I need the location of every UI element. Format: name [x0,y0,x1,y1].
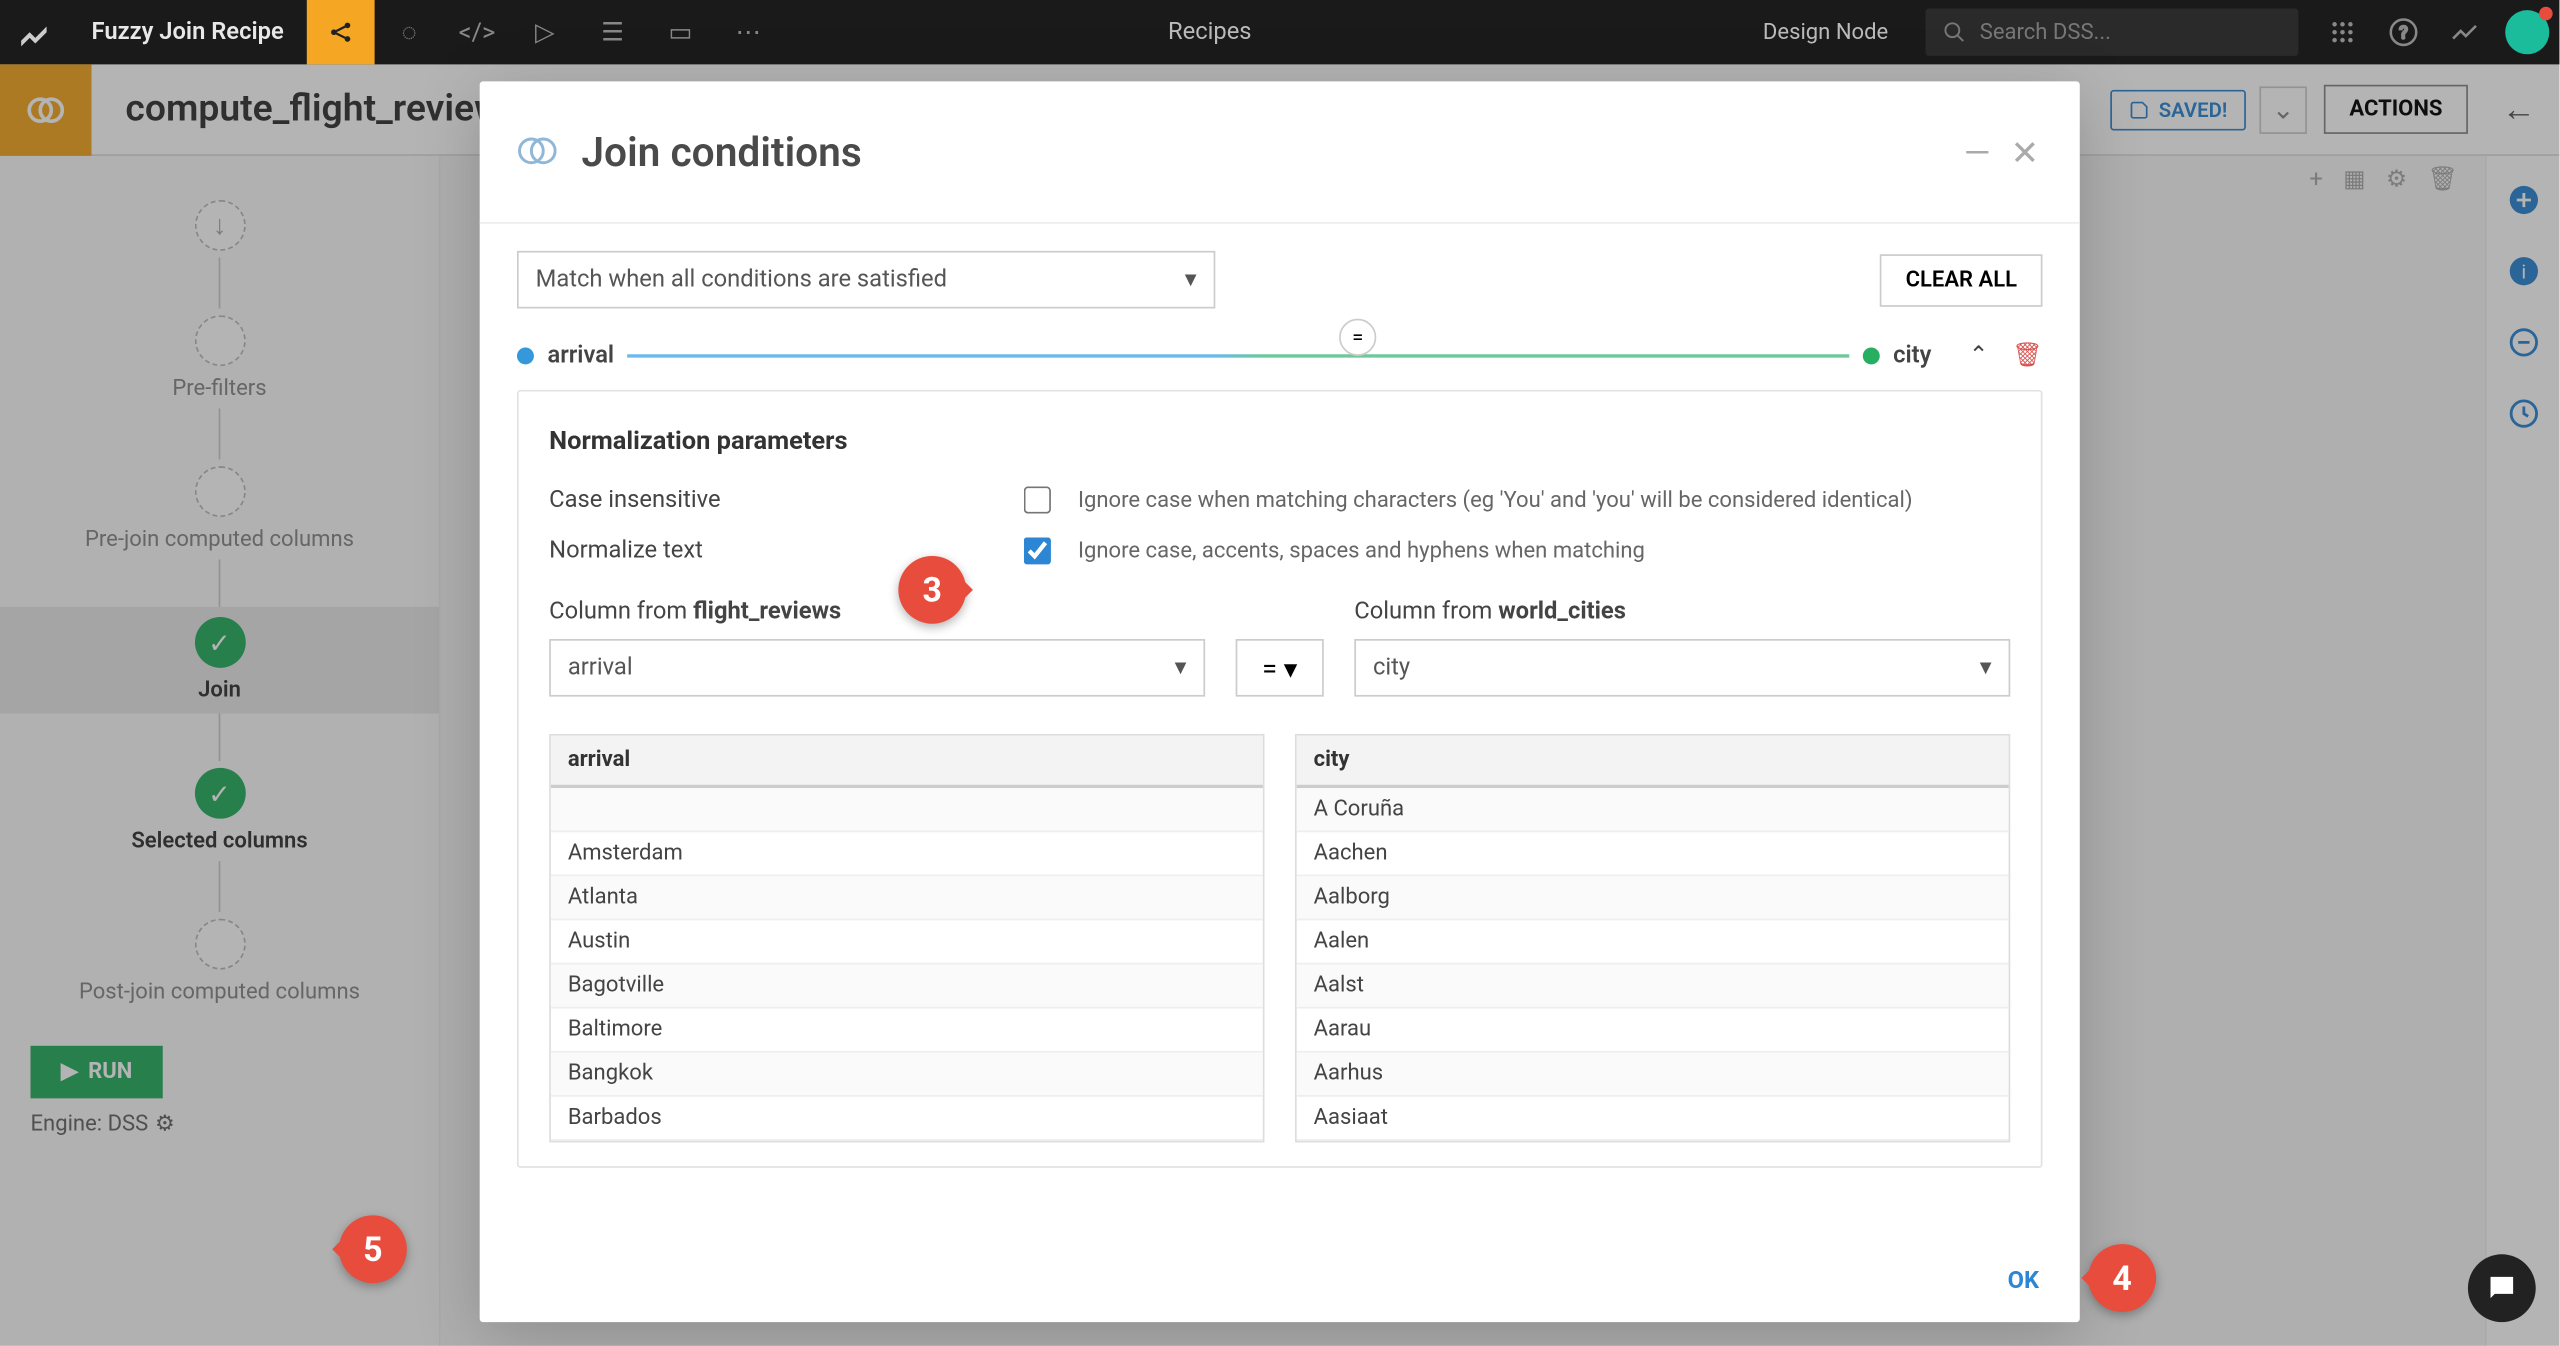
left-preview-table: arrival AmsterdamAtlantaAustinBagotville… [549,734,1264,1142]
apps-grid-icon[interactable] [2312,0,2373,64]
table-row: A Coruña [1297,788,2009,832]
tool-play-icon[interactable]: ▷ [511,0,579,64]
right-col-label: city [1893,342,1931,369]
tool-code-icon[interactable]: </> [443,0,511,64]
join-conditions-modal: Join conditions — ✕ Match when all condi… [480,81,2080,1322]
case-insensitive-checkbox[interactable] [1024,486,1051,513]
table-row: Austin [551,920,1263,964]
user-avatar-notif-icon[interactable] [2505,10,2549,54]
chevron-down-icon: ▾ [1185,266,1197,293]
condition-mode-select[interactable]: Match when all conditions are satisfied … [517,251,1215,309]
app-logo-icon[interactable] [0,0,68,64]
share-icon[interactable] [307,0,375,64]
modal-icon [514,126,565,177]
tool-more-icon[interactable]: ⋯ [714,0,782,64]
case-insensitive-help: Ignore case when matching characters (eg… [1078,487,1913,512]
table-row: Aalen [1297,920,2009,964]
norm-params-title: Normalization parameters [549,425,2010,456]
table-row: Barbados [551,1097,1263,1141]
right-column-from-label: Column from world_cities [1354,598,2010,625]
table-row: Bangkok [551,1053,1263,1097]
table-row: Aarau [1297,1009,2009,1053]
clear-all-button[interactable]: CLEAR ALL [1880,253,2042,306]
table-row: Atlanta [551,876,1263,920]
project-name[interactable]: Fuzzy Join Recipe [68,19,308,46]
operator-select[interactable]: = ▾ [1236,639,1324,697]
table-row: Baltimore [551,1009,1263,1053]
help-chat-icon[interactable] [2468,1254,2536,1322]
close-icon[interactable]: ✕ [2011,131,2039,172]
chevron-down-icon: ▾ [1284,652,1298,684]
right-preview-header: city [1297,736,2009,789]
tool-circle-icon[interactable]: ◌ [375,0,443,64]
right-column-select[interactable]: city▾ [1354,639,2010,697]
center-nav-recipes[interactable]: Recipes [782,19,1739,46]
normalize-text-label: Normalize text [549,537,1024,564]
table-row: Aasiaat [1297,1097,2009,1141]
ok-button[interactable]: OK [2008,1268,2039,1295]
table-row: Amsterdam [551,832,1263,876]
normalize-text-help: Ignore case, accents, spaces and hyphens… [1078,538,1645,563]
minimize-icon[interactable]: — [1964,131,1990,172]
left-dot-icon [517,347,534,364]
table-row: Bagotville [551,964,1263,1008]
modal-title: Join conditions [581,128,1943,175]
svg-text:?: ? [2399,23,2407,44]
annotation-marker-3: 3 [898,556,966,624]
table-row: Aachen [1297,832,2009,876]
right-preview-table: city A CoruñaAachenAalborgAalenAalstAara… [1295,734,2010,1142]
delete-condition-icon[interactable]: 🗑 [2012,342,2042,369]
equals-badge: = [1339,319,1376,356]
design-node-label[interactable]: Design Node [1739,19,1912,44]
normalize-text-checkbox[interactable] [1024,537,1051,564]
chevron-down-icon: ▾ [1980,654,1992,681]
tool-stack-icon[interactable]: ☰ [579,0,647,64]
tool-box-icon[interactable]: ▭ [646,0,714,64]
condition-summary: arrival = city ⌃ 🗑 [517,336,2043,390]
chevron-down-icon: ▾ [1175,654,1187,681]
table-row [551,788,1263,832]
annotation-marker-4: 4 [2088,1244,2156,1312]
left-column-from-label: Column from flight_reviews [549,598,1205,625]
case-insensitive-label: Case insensitive [549,486,1024,513]
search-input[interactable]: Search DSS... [1926,8,2299,55]
collapse-icon[interactable]: ⌃ [1945,342,2012,369]
left-column-select[interactable]: arrival▾ [549,639,1205,697]
top-navbar: Fuzzy Join Recipe ◌ </> ▷ ☰ ▭ ⋯ Recipes … [0,0,2559,64]
left-col-label: arrival [547,342,614,369]
search-placeholder: Search DSS... [1980,19,2111,44]
annotation-marker-5: 5 [339,1215,407,1283]
trend-icon[interactable] [2434,0,2495,64]
table-row: Aarhus [1297,1053,2009,1097]
left-preview-header: arrival [551,736,1263,789]
table-row: Aalborg [1297,876,2009,920]
right-dot-icon [1863,347,1880,364]
table-row: Aalst [1297,964,2009,1008]
help-icon[interactable]: ? [2373,0,2434,64]
